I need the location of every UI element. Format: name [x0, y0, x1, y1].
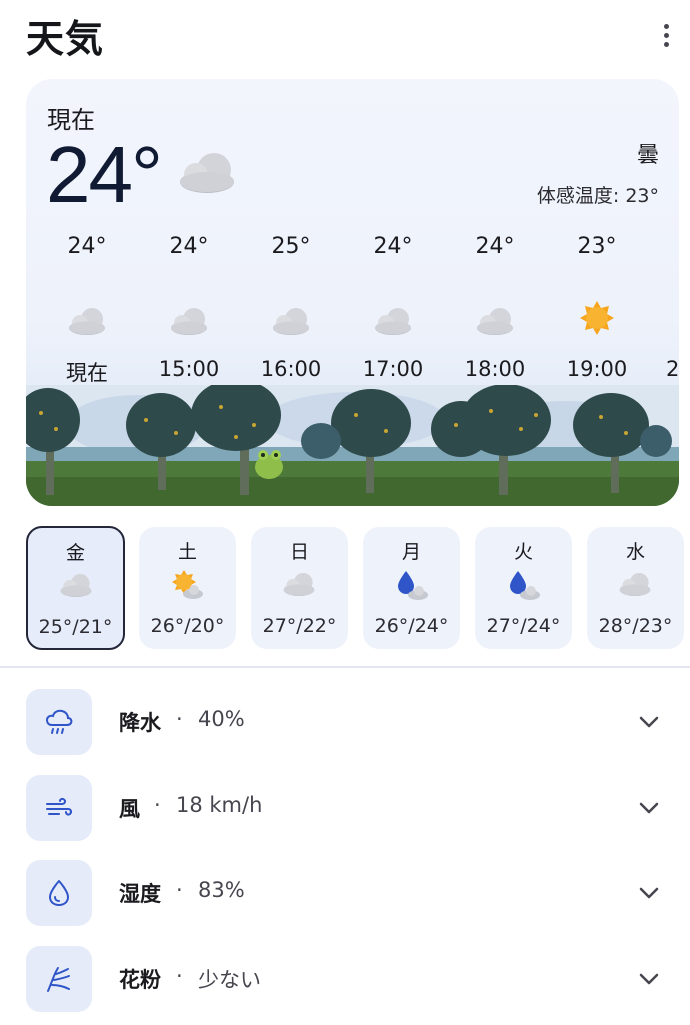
detail-label: 湿度 — [119, 882, 161, 906]
detail-separator: · — [176, 878, 183, 902]
detail-label: 降水 — [119, 711, 161, 735]
detail-separator: · — [176, 707, 183, 731]
cloud-icon — [176, 149, 236, 199]
more-options-icon[interactable] — [652, 22, 682, 52]
app-title: 天気 — [26, 17, 105, 61]
current-weather-card: 現在 24° 曇 体感温度: 23° 24° 現在 24° 15:00 25° … — [26, 79, 679, 506]
rain-icon — [26, 689, 92, 755]
rain-cloud-icon — [395, 569, 429, 605]
day-name: 日 — [289, 541, 309, 563]
detail-value: 83% — [198, 878, 245, 902]
hourly-item: 24° 15:00 — [143, 234, 235, 384]
hourly-item: 25° 16:00 — [245, 234, 337, 384]
hourly-time: 17:00 — [362, 357, 424, 381]
hourly-time-clipped: 2 — [666, 357, 679, 381]
detail-separator: · — [176, 964, 183, 988]
hourly-time: 16:00 — [260, 357, 322, 381]
daily-item[interactable]: 土 26°/20° — [139, 527, 236, 649]
cloud-icon — [271, 306, 311, 340]
sun-icon — [579, 300, 615, 340]
hourly-temp: 24° — [67, 234, 107, 259]
hourly-time: 18:00 — [464, 357, 526, 381]
cloud-icon — [475, 306, 515, 340]
hourly-temp: 25° — [271, 234, 311, 259]
chevron-down-icon[interactable] — [638, 797, 660, 823]
detail-separator: · — [154, 793, 161, 817]
chevron-down-icon[interactable] — [638, 968, 660, 994]
hourly-item: 24° 17:00 — [347, 234, 439, 384]
rain-cloud-icon — [507, 569, 541, 605]
detail-value: 少ない — [198, 968, 261, 992]
day-temp-range: 25°/21° — [38, 616, 113, 638]
detail-value: 18 km/h — [176, 793, 263, 817]
day-name: 金 — [65, 542, 85, 564]
top-app-bar: 天気 — [0, 0, 690, 70]
sun-cloud-icon — [171, 569, 205, 605]
detail-row-wind[interactable]: 風 · 18 km/h — [0, 775, 690, 841]
day-temp-range: 27°/24° — [486, 615, 561, 637]
detail-row-precipitation[interactable]: 降水 · 40% — [0, 689, 690, 755]
hourly-time: 現在 — [66, 361, 108, 385]
cloud-icon — [59, 572, 93, 602]
chevron-down-icon[interactable] — [638, 711, 660, 737]
hourly-temp: 23° — [577, 234, 617, 259]
feels-like-temperature: 体感温度: 23° — [536, 185, 659, 207]
daily-item[interactable]: 金 25°/21° — [26, 526, 125, 650]
current-condition: 曇 — [636, 143, 659, 168]
day-temp-range: 26°/20° — [150, 615, 225, 637]
cloud-icon — [618, 571, 652, 601]
hourly-time: 15:00 — [158, 357, 220, 381]
detail-label: 花粉 — [119, 968, 161, 992]
cloud-icon — [373, 306, 413, 340]
section-divider — [0, 666, 690, 668]
hourly-time: 19:00 — [566, 357, 628, 381]
hourly-item: 24° 現在 — [41, 234, 133, 385]
day-name: 火 — [513, 541, 533, 563]
day-name: 水 — [625, 541, 645, 563]
day-temp-range: 26°/24° — [374, 615, 449, 637]
cloud-icon — [282, 571, 316, 601]
day-name: 月 — [401, 541, 421, 563]
hourly-temp: 24° — [169, 234, 209, 259]
cloud-icon — [67, 306, 107, 340]
pollen-icon — [26, 946, 92, 1012]
landscape-illustration — [26, 385, 679, 506]
day-temp-range: 28°/23° — [598, 615, 673, 637]
day-temp-range: 27°/22° — [262, 615, 337, 637]
chevron-down-icon[interactable] — [638, 882, 660, 908]
hourly-item: 24° 18:00 — [449, 234, 541, 384]
detail-row-humidity[interactable]: 湿度 · 83% — [0, 860, 690, 926]
current-temperature: 24° — [46, 130, 163, 219]
droplet-icon — [26, 860, 92, 926]
daily-item[interactable]: 火 27°/24° — [475, 527, 572, 649]
day-name: 土 — [177, 541, 197, 563]
detail-value: 40% — [198, 707, 245, 731]
hourly-temp: 24° — [475, 234, 515, 259]
daily-item[interactable]: 水 28°/23° — [587, 527, 684, 649]
hourly-item: 23° 19:00 — [551, 234, 643, 384]
detail-label: 風 — [119, 797, 140, 821]
detail-row-pollen[interactable]: 花粉 · 少ない — [0, 946, 690, 1012]
daily-item[interactable]: 月 26°/24° — [363, 527, 460, 649]
cloud-icon — [169, 306, 209, 340]
hourly-temp: 24° — [373, 234, 413, 259]
wind-icon — [26, 775, 92, 841]
daily-item[interactable]: 日 27°/22° — [251, 527, 348, 649]
